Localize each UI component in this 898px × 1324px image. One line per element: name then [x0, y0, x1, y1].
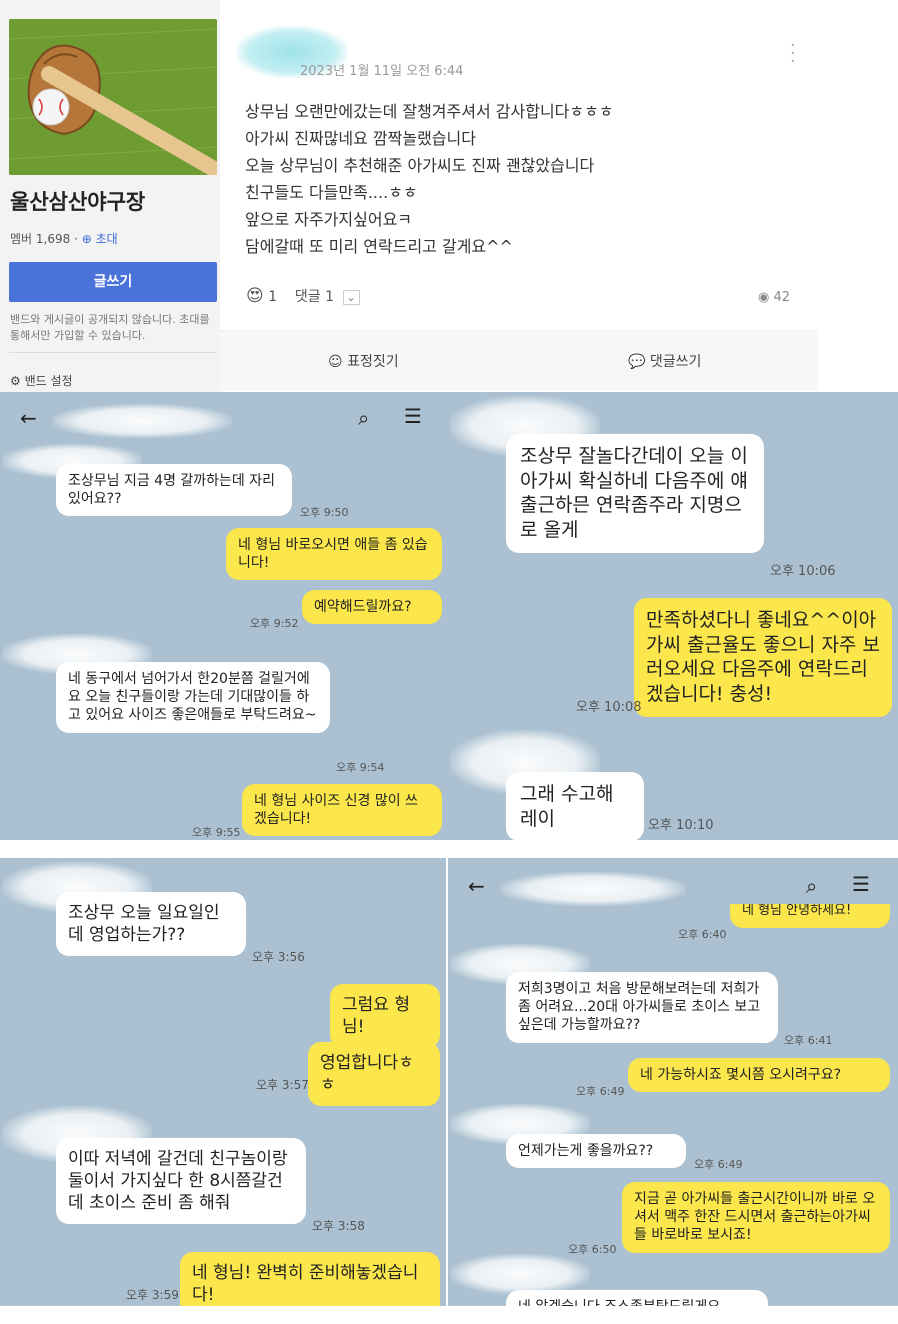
- smile-icon: ☺: [328, 354, 343, 370]
- chat-message: 예약해드릴까요?: [302, 590, 442, 625]
- back-arrow-icon[interactable]: ←: [468, 874, 485, 898]
- message-time: 오후 10:08: [576, 700, 642, 715]
- message-time: 오후 3:58: [312, 1219, 365, 1233]
- contact-name-blurred: [500, 872, 686, 906]
- message-time: 오후 3:59: [126, 1288, 179, 1302]
- chat-panel-4: ← ⌕ ☰ 네 형님 안녕하세요! 오후 6:40 저희3명이고 처음 방문해보…: [448, 858, 898, 1306]
- search-icon[interactable]: ⌕: [806, 874, 817, 898]
- chat-message: 조상무 잘놀다간데이 오늘 이 아가씨 확실하네 다음주에 얘 출근하믄 연락좀…: [506, 434, 764, 553]
- post-line: 담에갈때 또 미리 연락드리고 갈게요^^: [245, 237, 513, 256]
- chat-panel-3: 조상무 오늘 일요일인데 영업하는가?? 오후 3:56 그럼요 형님! 영업합…: [0, 858, 446, 1306]
- chat-message: 네 형님! 완벽히 준비해놓겠습니다!: [180, 1252, 440, 1306]
- view-count: ◉ 42: [758, 290, 790, 305]
- emotion-label: 표정짓기: [347, 354, 399, 370]
- chat-message: 그래 수고해레이: [506, 772, 644, 840]
- message-time: 오후 9:50: [300, 506, 349, 519]
- write-comment-button[interactable]: 💬 댓글쓰기: [628, 351, 701, 371]
- chat-message: 영업합니다ㅎㅎ: [308, 1042, 440, 1107]
- bottom-margin: [0, 1306, 898, 1324]
- sender-blurred: [450, 1254, 590, 1294]
- gear-icon: ⚙: [10, 374, 21, 388]
- sidebar-divider: [9, 352, 217, 353]
- message-time: 오후 10:10: [648, 818, 714, 833]
- chat-message: 네 형님 바로오시면 애들 좀 있습니다!: [226, 528, 442, 581]
- post-line: 오늘 상무님이 추천해준 아가씨도 진짜 괜찮았습니다: [245, 156, 595, 175]
- chat-message: 지금 곧 아가씨들 출근시간이니까 바로 오셔서 맥주 한잔 드시면서 출근하는…: [622, 1182, 890, 1253]
- post-line: 아가씨 진짜많네요 깜짝놀랬습니다: [245, 129, 476, 148]
- post-line: 상무님 오랜만에갔는데 잘챙겨주셔서 감사합니다ㅎㅎㅎ: [245, 102, 614, 121]
- baseball-glove-bat-icon: [9, 19, 217, 175]
- chat-message: 저희3명이고 처음 방문해보려는데 저희가 좀 어려요...20대 아가씨들로 …: [506, 972, 778, 1043]
- message-time: 오후 9:55: [192, 826, 241, 839]
- write-comment-label: 댓글쓰기: [649, 354, 702, 370]
- row-gap: [0, 840, 898, 858]
- message-time: 오후 3:57: [256, 1078, 309, 1092]
- contact-name-blurred: [52, 404, 232, 438]
- invite-plus-icon: ⊕: [81, 232, 92, 246]
- chat-message: 네 가능하시죠 몇시쯤 오시려구요?: [628, 1058, 890, 1093]
- message-time: 오후 10:06: [770, 564, 836, 579]
- post-line: 친구들도 다들만족....ㅎㅎ: [245, 183, 418, 202]
- message-time: 오후 6:49: [576, 1085, 625, 1098]
- band-settings-link[interactable]: ⚙ 밴드 설정: [10, 372, 73, 389]
- message-time: 오후 6:41: [784, 1034, 833, 1047]
- back-arrow-icon[interactable]: ←: [20, 406, 37, 430]
- post-date: 2023년 1월 11일 오전 6:44: [300, 64, 464, 79]
- chat-panel-2: 조상무 잘놀다간데이 오늘 이 아가씨 확실하네 다음주에 얘 출근하믄 연락좀…: [448, 392, 898, 840]
- post-body: 상무님 오랜만에갔는데 잘챙겨주셔서 감사합니다ㅎㅎㅎ 아가씨 진짜많네요 깜짝…: [245, 98, 614, 260]
- eye-icon: ◉: [758, 290, 770, 305]
- message-time: 오후 6:49: [694, 1158, 743, 1171]
- band-title: 울산삼산야구장: [10, 190, 146, 214]
- comment-count[interactable]: 댓글 1: [295, 289, 334, 305]
- message-time: 오후 6:40: [678, 928, 727, 941]
- reaction-count: 1: [268, 289, 278, 305]
- chat-message: 만족하셨다니 좋네요^^이아가씨 출근율도 좋으니 자주 보러오세요 다음주에 …: [634, 598, 892, 717]
- chat-message: 네 형님 안녕하세요!: [730, 904, 890, 928]
- privacy-notice: 밴드와 게시글이 공개되지 않습니다. 초대를 통해서만 가입할 수 있습니다.: [10, 313, 210, 342]
- invite-link[interactable]: 초대: [96, 232, 118, 246]
- chat-message: 조상무 오늘 일요일인데 영업하는가??: [56, 892, 246, 957]
- chat-panel-1: ← ⌕ ☰ 조상무님 지금 4명 갈까하는데 자리있어요?? 오후 9:50 네…: [0, 392, 448, 840]
- message-time: 오후 9:54: [336, 761, 385, 774]
- write-post-button[interactable]: 글쓰기: [9, 262, 217, 302]
- message-time: 오후 3:56: [252, 950, 305, 964]
- post-meta: 😍 1 댓글 1 ⌄: [246, 286, 360, 306]
- chat-message: 조상무님 지금 4명 갈까하는데 자리있어요??: [56, 464, 292, 517]
- chat-message: 이따 저녁에 갈건데 친구놈이랑 둘이서 가지싶다 한 8시쯤갈건데 초이스 준…: [56, 1138, 306, 1225]
- heart-eyes-emoji-icon[interactable]: 😍: [246, 286, 264, 306]
- member-count-label: 멤버 1,698 ·: [10, 232, 78, 246]
- post-action-bar: ☺ 표정짓기 💬 댓글쓰기: [220, 330, 818, 391]
- chevron-down-icon[interactable]: ⌄: [342, 290, 360, 305]
- hamburger-menu-icon[interactable]: ☰: [852, 872, 870, 896]
- message-time: 오후 9:52: [250, 617, 299, 630]
- speech-bubble-icon: 💬: [628, 354, 646, 370]
- chat-message: 언제가는게 좋을까요??: [506, 1134, 686, 1169]
- band-cover-image: [9, 19, 217, 175]
- hamburger-menu-icon[interactable]: ☰: [404, 404, 422, 428]
- post-line: 앞으로 자주가지싶어요ㅋ: [245, 210, 413, 229]
- chat-message: 네 형님 사이즈 신경 많이 쓰겠습니다!: [242, 784, 442, 837]
- chat-message: 그럼요 형님!: [330, 984, 440, 1049]
- emotion-button[interactable]: ☺ 표정짓기: [328, 351, 399, 371]
- view-count-value: 42: [773, 290, 791, 305]
- chat-message: 네 동구에서 넘어가서 한20분쯤 걸릴거에요 오늘 친구들이랑 가는데 기대많…: [56, 662, 330, 733]
- chat-message: 네 알겠습니다 조스좀부탁드릴게요: [506, 1290, 768, 1306]
- search-icon[interactable]: ⌕: [358, 406, 369, 430]
- band-member-count: 멤버 1,698 · ⊕ 초대: [10, 230, 118, 247]
- more-options-icon[interactable]: · · ·: [790, 37, 796, 71]
- band-settings-label: 밴드 설정: [24, 374, 73, 388]
